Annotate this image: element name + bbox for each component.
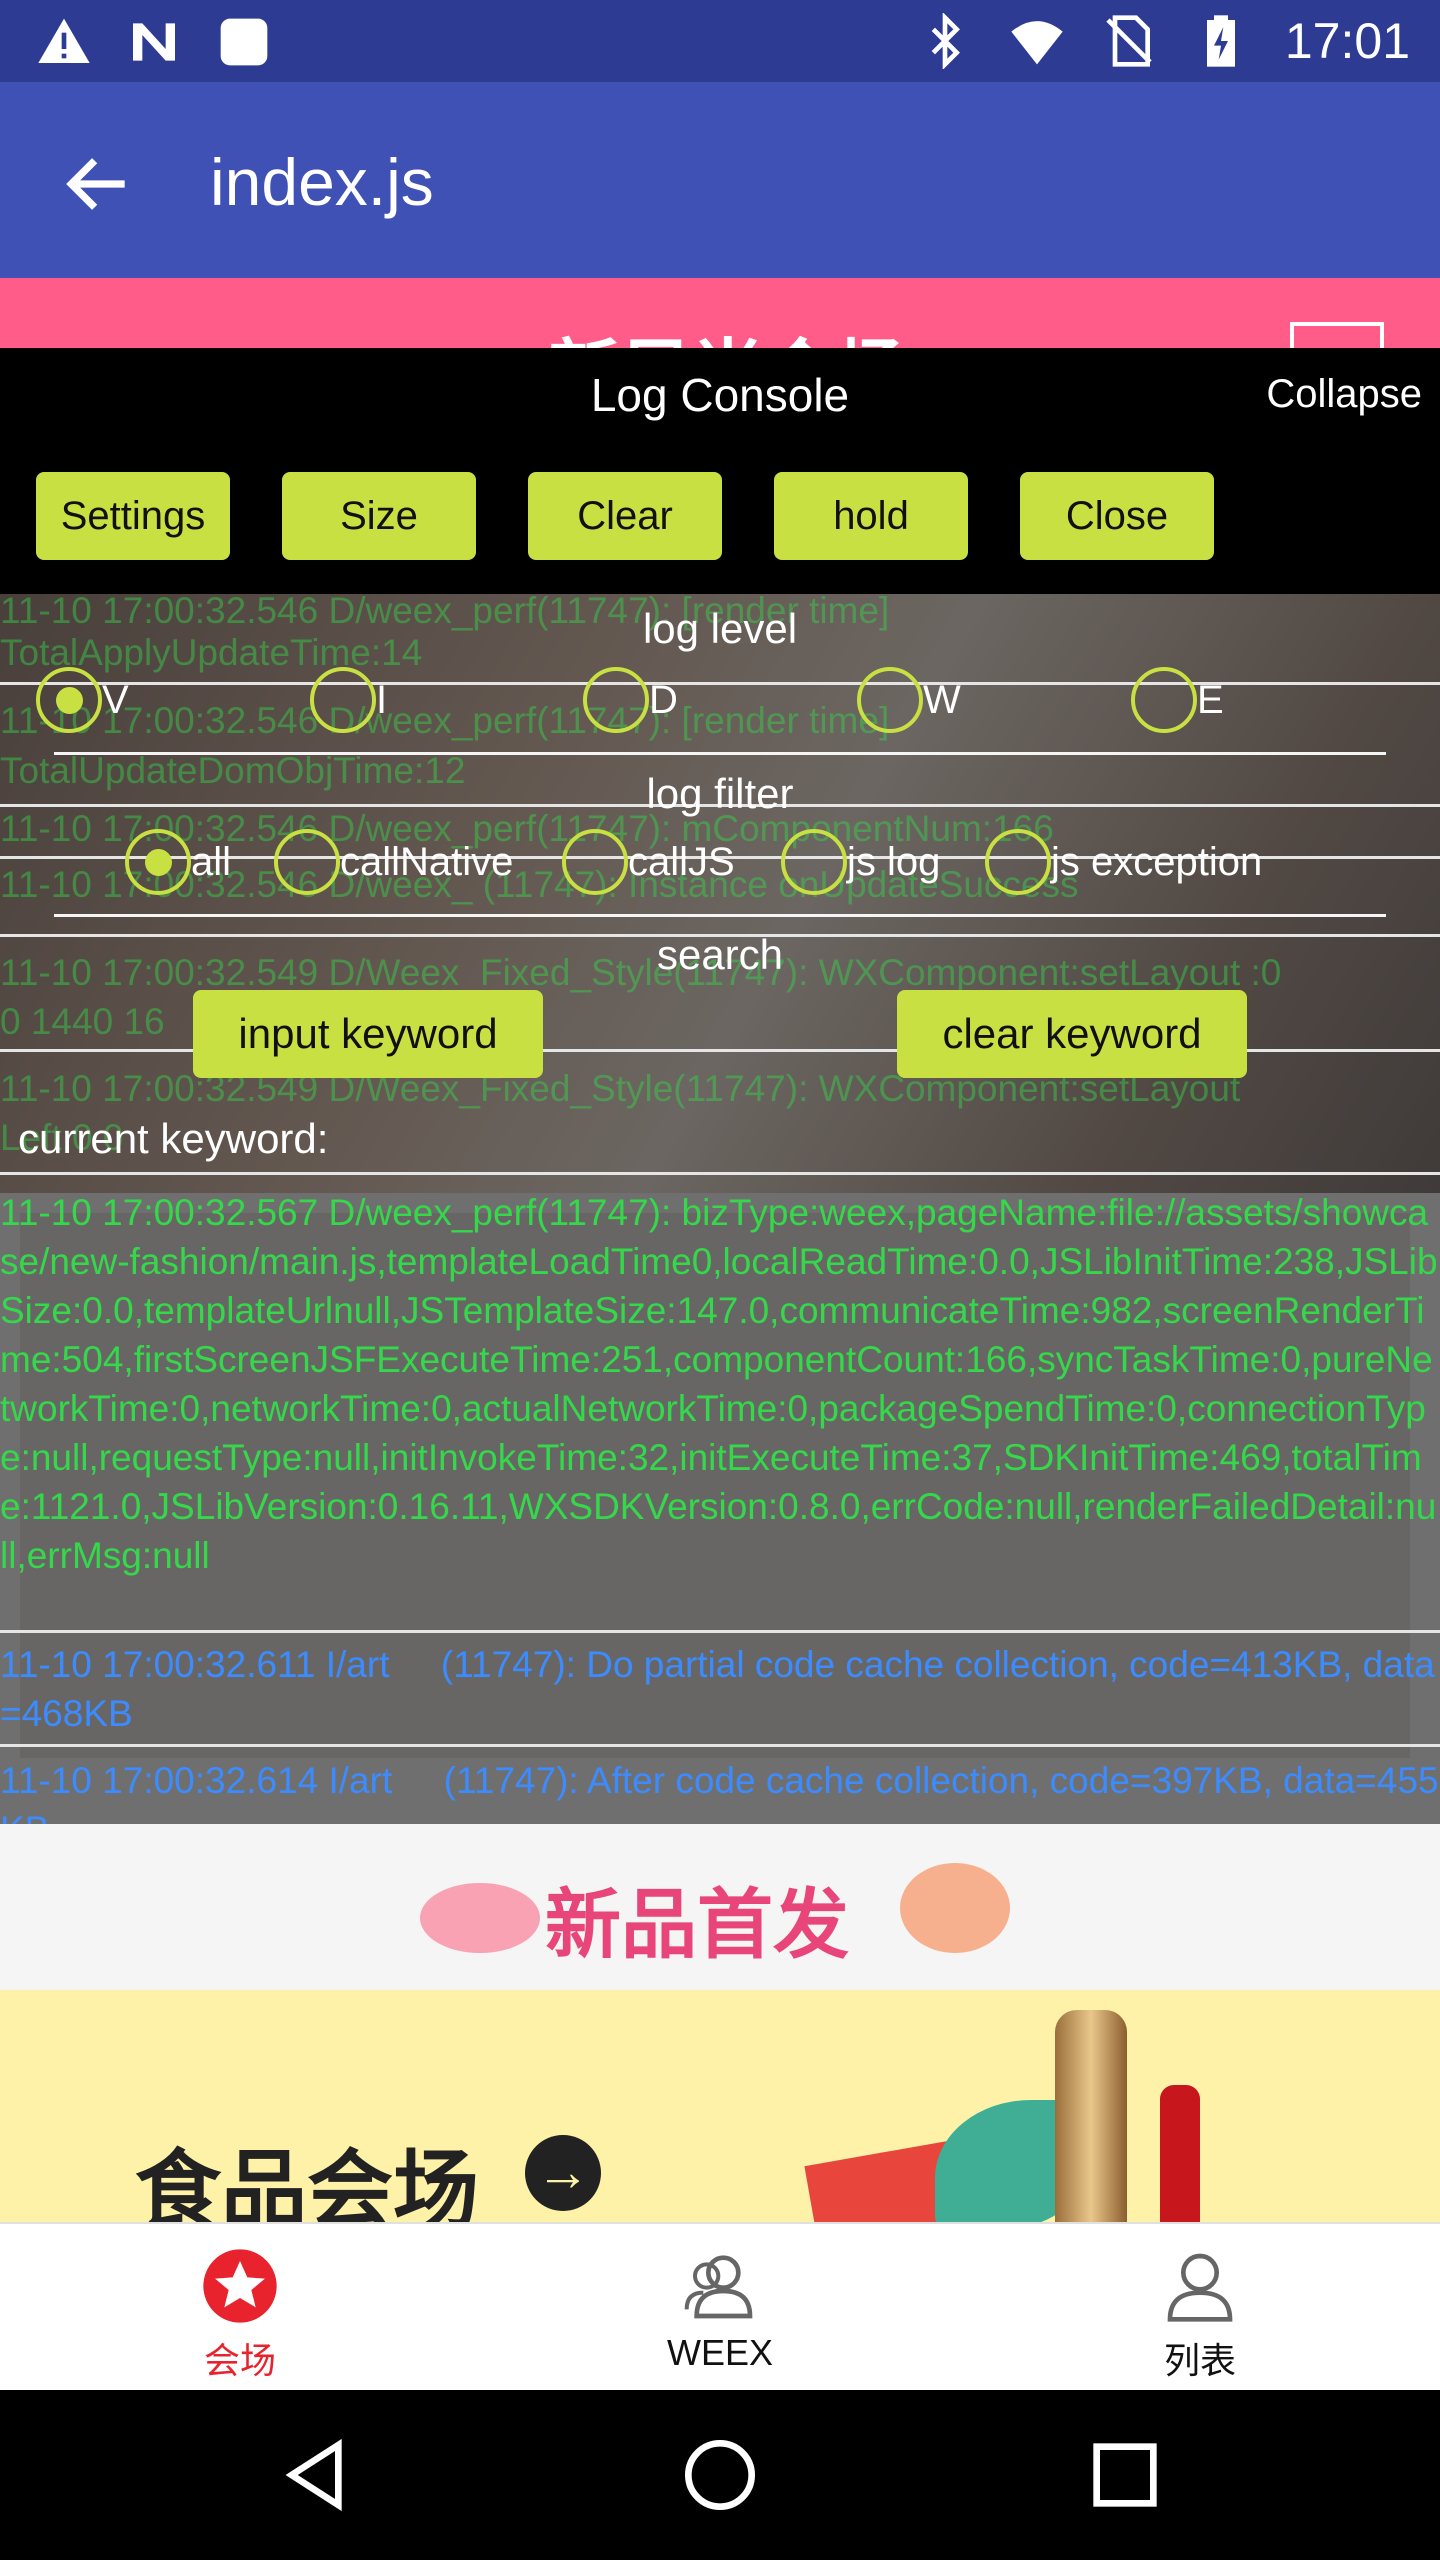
clear-keyword-button[interactable]: clear keyword <box>897 990 1247 1078</box>
clear-button[interactable]: Clear <box>528 472 722 560</box>
radio-button[interactable] <box>1131 667 1197 733</box>
radio-filter-jsexception[interactable]: js exception <box>985 829 1262 895</box>
log-console-header: Log Console Collapse Settings Size Clear… <box>0 348 1440 594</box>
decor-blob <box>420 1883 540 1953</box>
radio-label: callJS <box>628 839 735 884</box>
divider <box>0 1744 1440 1747</box>
lipstick-image <box>1160 2085 1200 2222</box>
radio-label: V <box>102 677 129 722</box>
radio-button[interactable] <box>985 829 1051 895</box>
radio-label: I <box>376 677 388 722</box>
radio-button[interactable] <box>781 829 847 895</box>
user-icon <box>1167 2253 1233 2322</box>
radio-filter-all[interactable]: all <box>125 829 231 895</box>
bluetooth-icon <box>931 13 960 69</box>
recents-square-icon[interactable] <box>1085 2435 1165 2515</box>
radio-label: js log <box>847 839 941 884</box>
radio-label: W <box>923 677 961 722</box>
radio-label: callNative <box>340 839 514 884</box>
tab-weex[interactable]: WEEX <box>480 2224 960 2392</box>
warning-icon <box>38 18 90 64</box>
current-keyword-label: current keyword: <box>18 1115 329 1162</box>
input-keyword-button[interactable]: input keyword <box>193 990 543 1078</box>
log-line: 11-10 17:00:32.567 D/weex_perf(11747): b… <box>0 1192 1438 1576</box>
users-icon <box>684 2255 753 2319</box>
radio-button[interactable] <box>857 667 923 733</box>
arrow-left-icon[interactable] <box>58 144 138 224</box>
food-banner[interactable]: 食品会场 → <box>0 1990 1440 2222</box>
radio-button[interactable] <box>274 829 340 895</box>
wifi-icon <box>1011 21 1063 65</box>
new-arrivals-title: 新品首发 <box>545 1883 849 1968</box>
radio-label: D <box>649 677 678 722</box>
back-triangle-icon[interactable] <box>275 2435 355 2515</box>
tab-venue[interactable]: 会场 <box>0 2224 480 2392</box>
divider <box>0 1172 1440 1175</box>
radio-level-i[interactable]: I <box>310 667 387 733</box>
log-filter-label: log filter <box>646 770 794 817</box>
radio-level-e[interactable]: E <box>1131 667 1224 733</box>
radio-button[interactable] <box>36 667 102 733</box>
n-logo-icon <box>133 23 175 61</box>
divider <box>54 752 1386 755</box>
radio-filter-calljs[interactable]: callJS <box>562 829 735 895</box>
close-button[interactable]: Close <box>1020 472 1214 560</box>
log-line: 11-10 17:00:32.611 I/art (11747): Do par… <box>0 1644 1435 1734</box>
clock: 17:01 <box>1284 13 1410 69</box>
hold-button[interactable]: hold <box>774 472 968 560</box>
system-nav-bar <box>0 2390 1440 2560</box>
size-button[interactable]: Size <box>282 472 476 560</box>
log-line: 11-10 17:00:32.614 I/art (11747): After … <box>0 1760 1439 1824</box>
screen: 17:01 index.js 新风尚会场 新品首发 食品会场 → Log Co <box>0 0 1440 2560</box>
bottle-image <box>1055 2010 1127 2222</box>
radio-filter-callnative[interactable]: callNative <box>274 829 513 895</box>
star-circle-icon <box>203 2249 277 2323</box>
divider <box>0 1630 1440 1633</box>
tab-label: WEEX <box>666 2332 773 2373</box>
search-label: search <box>656 931 784 978</box>
tab-label: 列表 <box>1163 2340 1236 2381</box>
app-bar: index.js <box>0 82 1440 278</box>
radio-button[interactable] <box>583 667 649 733</box>
divider <box>0 682 1440 685</box>
new-arrivals-banner[interactable]: 新品首发 <box>0 1823 1440 1988</box>
divider <box>54 914 1386 917</box>
settings-button[interactable]: Settings <box>36 472 230 560</box>
radio-button[interactable] <box>310 667 376 733</box>
decor-blob <box>900 1863 1010 1953</box>
page-title: index.js <box>210 145 434 219</box>
page-header: 新风尚会场 <box>0 278 1440 414</box>
no-sim-icon <box>1106 15 1152 67</box>
battery-charging-icon <box>1206 15 1235 67</box>
bottom-tab-bar: 会场 WEEX 列表 <box>0 2222 1440 2390</box>
collapse-button[interactable]: Collapse <box>1266 372 1422 417</box>
tab-label: 会场 <box>203 2340 276 2381</box>
home-circle-icon[interactable] <box>680 2435 760 2515</box>
radio-level-d[interactable]: D <box>583 667 678 733</box>
radio-label: js exception <box>1051 839 1263 884</box>
square-app-icon <box>220 18 268 66</box>
arrow-right-icon: → <box>525 2135 601 2211</box>
log-console-title: Log Console <box>590 369 850 421</box>
tab-list[interactable]: 列表 <box>960 2224 1440 2392</box>
radio-level-v[interactable]: V <box>36 667 129 733</box>
radio-label: all <box>191 839 232 884</box>
food-banner-title: 食品会场 <box>135 2143 479 2222</box>
log-level-label: log level <box>642 605 798 652</box>
log-line: 11-10 17:00:32.546 D/weex_perf(11747): [… <box>0 700 890 741</box>
radio-label: E <box>1197 677 1224 722</box>
radio-button[interactable] <box>562 829 628 895</box>
status-bar: 17:01 <box>0 0 1440 82</box>
radio-filter-jslog[interactable]: js log <box>781 829 940 895</box>
radio-button[interactable] <box>125 829 191 895</box>
radio-level-w[interactable]: W <box>857 667 961 733</box>
